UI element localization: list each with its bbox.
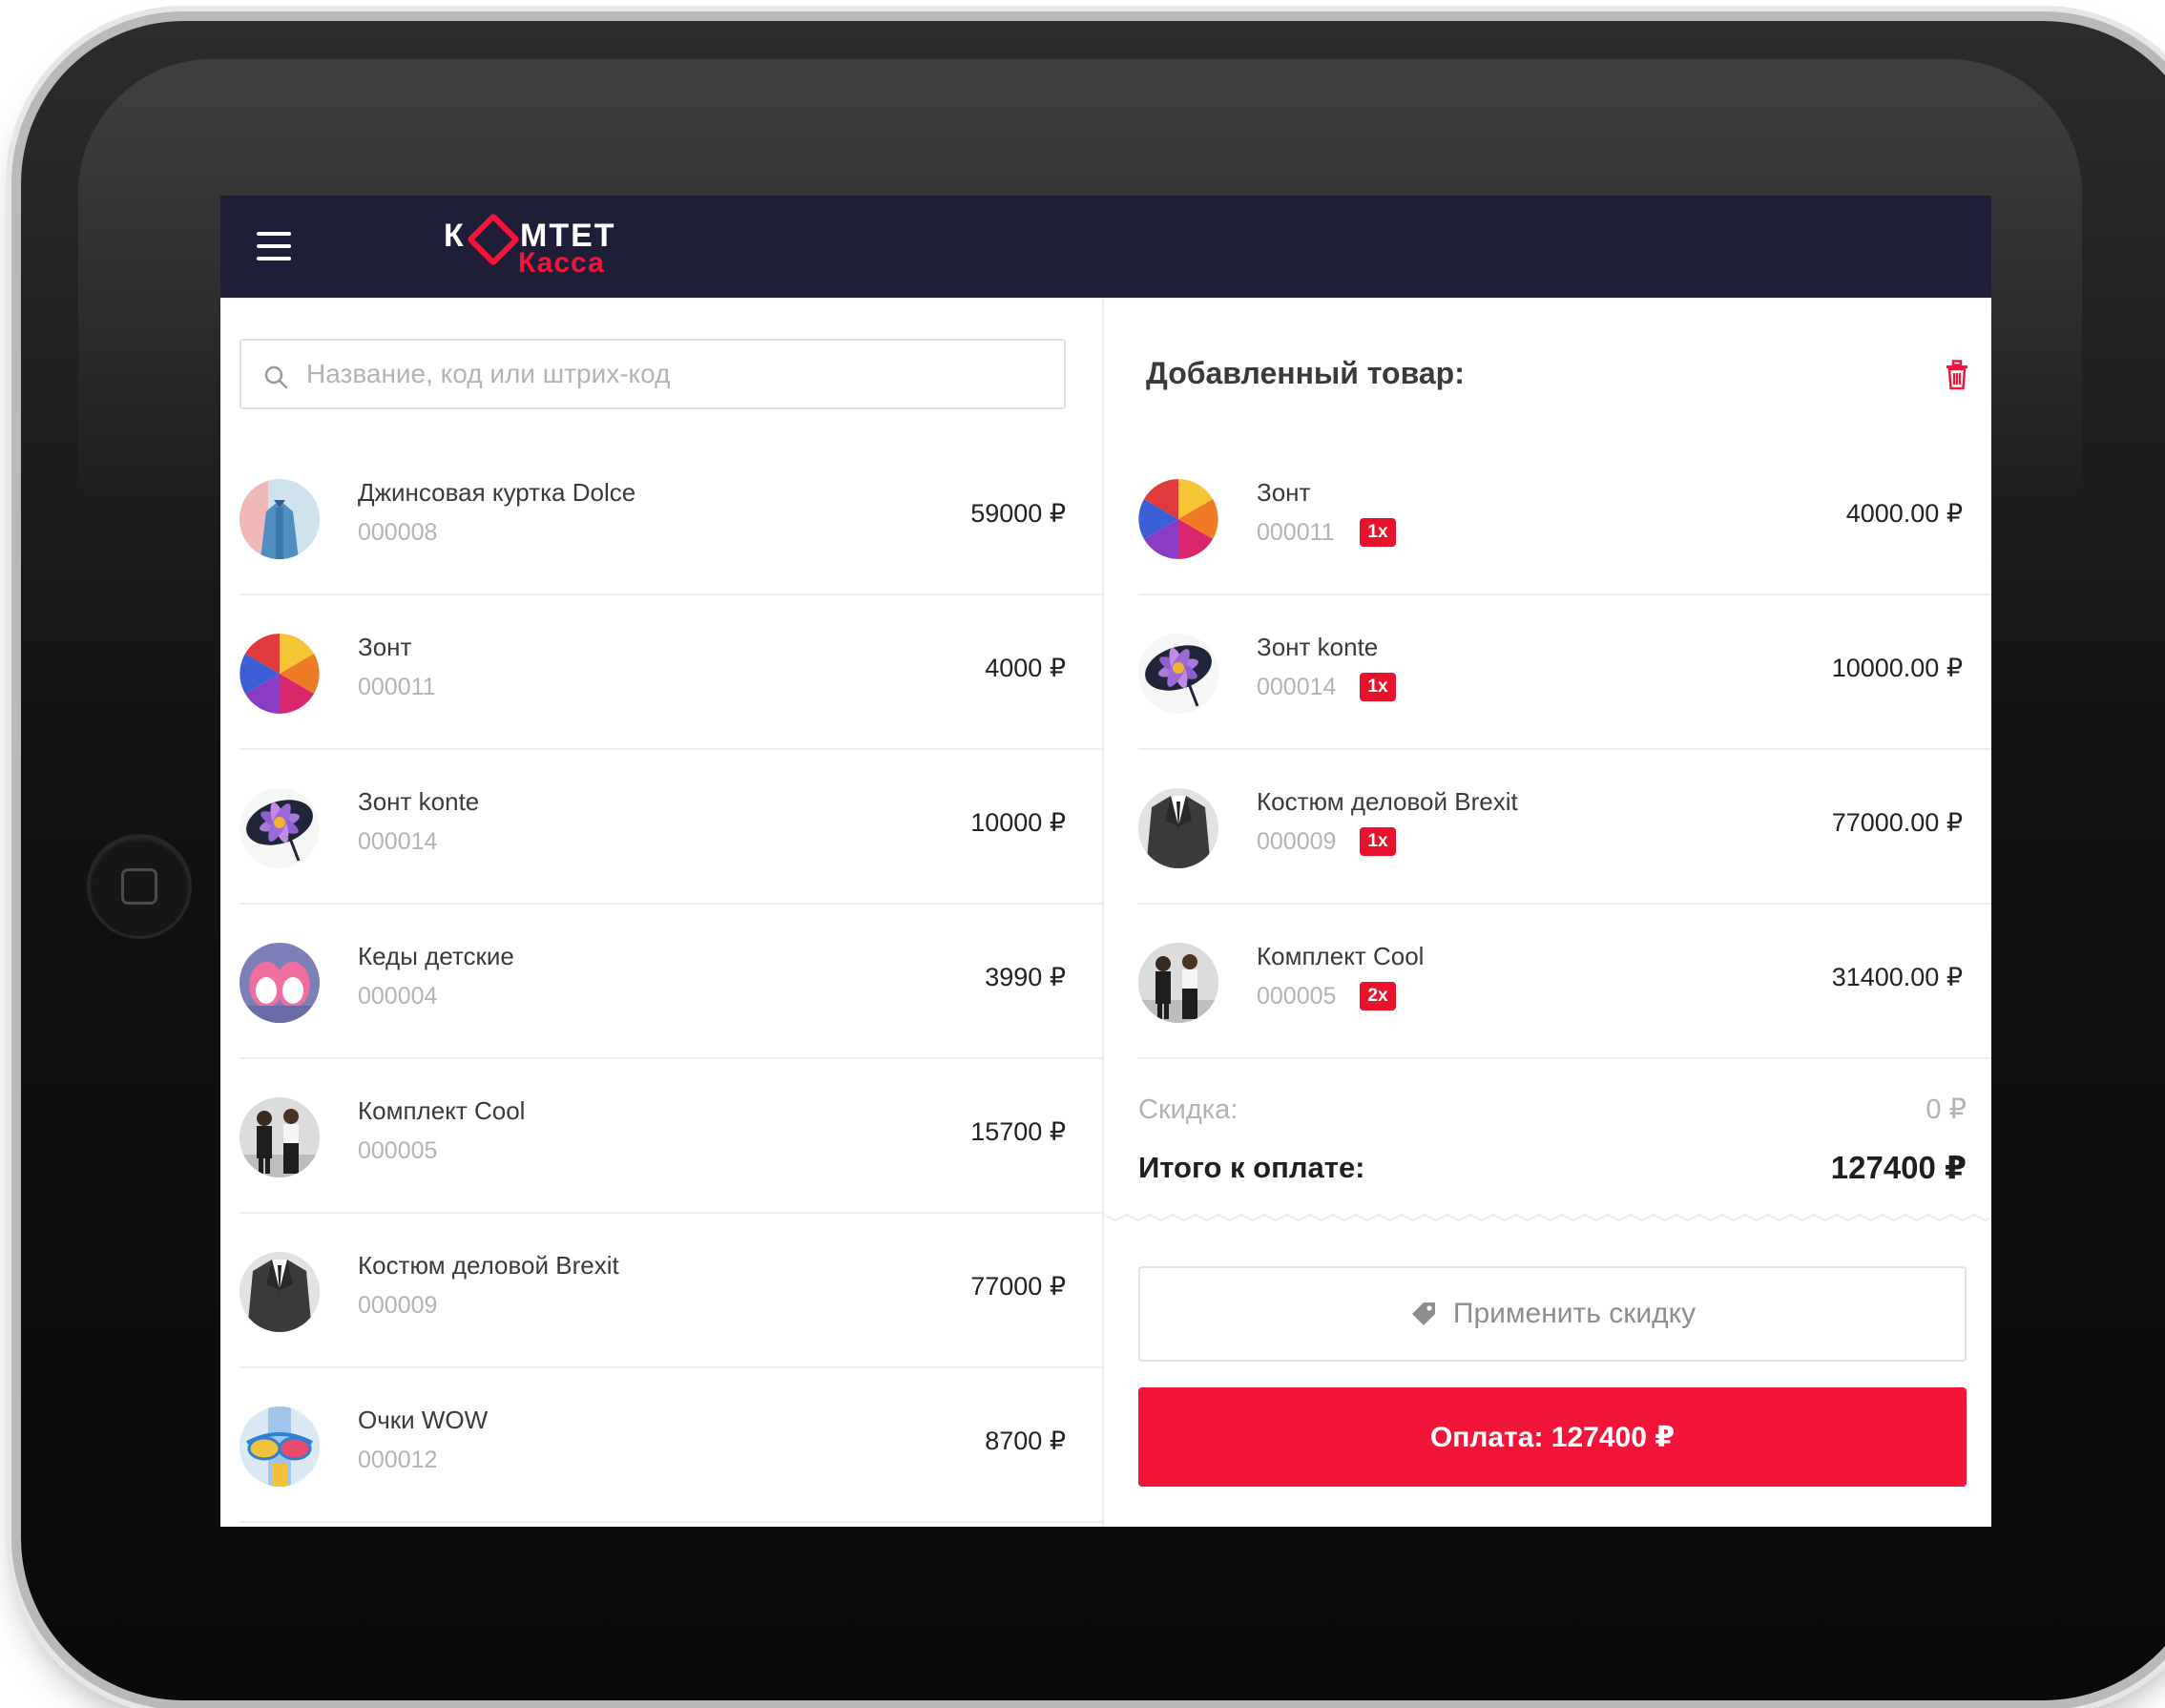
cart-item-name: Костюм деловой Brexit (1257, 787, 1518, 816)
cart-item-code: 000005 (1257, 983, 1337, 1010)
cart-item-qty-badge: 2x (1360, 982, 1396, 1010)
discount-label: Скидка: (1138, 1094, 1239, 1125)
search-box (239, 339, 1066, 409)
logo-diamond-icon (466, 212, 521, 267)
cart-item-code: 000011 (1257, 519, 1335, 546)
total-value: 127400 ₽ (1830, 1150, 1967, 1185)
product-name: Костюм деловой Brexit (358, 1251, 619, 1280)
product-row[interactable]: Кеды детские 000004 3990 ₽ (239, 905, 1102, 1059)
home-button-icon (121, 868, 157, 905)
product-thumbnail (239, 479, 320, 559)
logo-subtitle: Касса (518, 247, 605, 279)
cart-item-name: Комплект Cool (1257, 942, 1425, 970)
cart-item[interactable]: Зонт 000011 1x 4000.00 ₽ (1138, 441, 1991, 595)
cart-item-code: 000009 (1257, 828, 1337, 855)
product-code: 000008 (358, 519, 438, 546)
product-code: 000005 (358, 1137, 438, 1164)
tag-icon (1411, 1302, 1435, 1325)
cart-item-price: 4000.00 ₽ (1845, 499, 1963, 528)
product-row[interactable]: Джинсовая куртка Dolce 000008 59000 ₽ (239, 441, 1102, 595)
app-screen: К МТЕТ Касса Джинсовая куртка Dolce 00000… (220, 196, 1991, 1527)
product-thumbnail (239, 1252, 320, 1332)
cart-item-price: 31400.00 ₽ (1831, 963, 1963, 991)
product-name: Зонт konte (358, 787, 480, 816)
product-name: Очки WOW (358, 1406, 489, 1434)
cart-item-thumbnail (1138, 943, 1218, 1023)
receipt-edge-divider (1104, 1213, 1991, 1222)
product-row[interactable]: Зонт 000011 4000 ₽ (239, 595, 1102, 750)
product-price: 77000 ₽ (970, 1272, 1066, 1301)
search-icon (264, 365, 288, 389)
product-code: 000011 (358, 674, 436, 700)
cart-item-qty-badge: 1x (1360, 673, 1396, 701)
product-code: 000004 (358, 983, 438, 1010)
product-price: 4000 ₽ (985, 654, 1066, 682)
cart-title: Добавленный товар: (1146, 356, 1465, 390)
cart-item-thumbnail (1138, 634, 1218, 714)
product-thumbnail (239, 1097, 320, 1177)
cart-item[interactable]: Зонт konte 000014 1x 10000.00 ₽ (1138, 595, 1991, 750)
product-price: 15700 ₽ (970, 1117, 1066, 1146)
product-price: 10000 ₽ (970, 808, 1066, 837)
logo-text-part1: К (444, 218, 466, 254)
product-price: 3990 ₽ (985, 963, 1066, 991)
product-thumbnail (239, 788, 320, 868)
product-code: 000009 (358, 1292, 438, 1319)
pay-button-label: Оплата: 127400 ₽ (1429, 1421, 1676, 1453)
product-name: Зонт (358, 633, 412, 661)
product-price: 59000 ₽ (970, 499, 1066, 528)
cart-item-name: Зонт (1257, 478, 1311, 507)
trash-icon[interactable] (1944, 360, 1970, 390)
product-thumbnail (239, 943, 320, 1023)
home-button[interactable] (90, 837, 189, 936)
product-thumbnail (239, 634, 320, 714)
cart-item-name: Зонт konte (1257, 633, 1379, 661)
discount-value: 0 ₽ (1926, 1094, 1967, 1125)
cart-item-thumbnail (1138, 788, 1218, 868)
apply-discount-button[interactable]: Применить скидку (1138, 1266, 1967, 1362)
panel-divider (1102, 298, 1104, 1527)
top-bar: К МТЕТ Касса (220, 196, 1991, 298)
product-name: Джинсовая куртка Dolce (358, 478, 636, 507)
search-input[interactable] (306, 341, 1051, 407)
cart-item-price: 10000.00 ₽ (1831, 654, 1963, 682)
pay-button[interactable]: Оплата: 127400 ₽ (1138, 1387, 1967, 1487)
cart-item-thumbnail (1138, 479, 1218, 559)
product-code: 000014 (358, 828, 438, 855)
product-code: 000012 (358, 1447, 438, 1473)
cart-item[interactable]: Костюм деловой Brexit 000009 1x 77000.00 ₽ (1138, 750, 1991, 905)
product-row[interactable]: Очки WOW 000012 8700 ₽ (239, 1368, 1102, 1523)
cart-item[interactable]: Комплект Cool 000005 2x 31400.00 ₽ (1138, 905, 1991, 1059)
cart-item-qty-badge: 1x (1360, 518, 1396, 547)
product-row[interactable]: Зонт konte 000014 10000 ₽ (239, 750, 1102, 905)
apply-discount-label: Применить скидку (1452, 1298, 1697, 1329)
product-thumbnail (239, 1406, 320, 1487)
product-name: Кеды детские (358, 942, 514, 970)
total-label: Итого к оплате: (1138, 1151, 1365, 1184)
product-name: Комплект Cool (358, 1096, 526, 1125)
menu-icon[interactable] (257, 232, 291, 260)
product-row[interactable]: Комплект Cool 000005 15700 ₽ (239, 1059, 1102, 1214)
cart-item-price: 77000.00 ₽ (1831, 808, 1963, 837)
product-row[interactable]: Костюм деловой Brexit 000009 77000 ₽ (239, 1214, 1102, 1368)
logo: К МТЕТ Касса (444, 212, 635, 280)
product-price: 8700 ₽ (985, 1427, 1066, 1455)
cart-item-qty-badge: 1x (1360, 827, 1396, 856)
cart-item-code: 000014 (1257, 674, 1337, 700)
